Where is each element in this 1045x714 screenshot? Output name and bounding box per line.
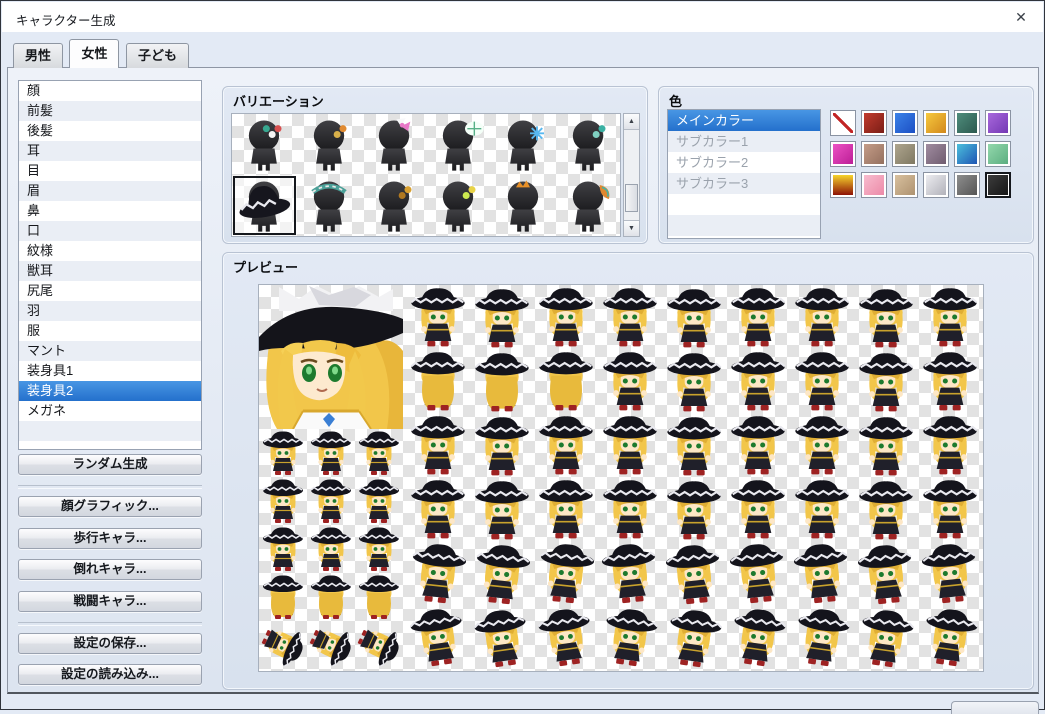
down-character-button[interactable]: 倒れキャラ... [18, 559, 202, 580]
parts-list: 顔 前髪 後髪 耳 目 眉 鼻 口 紋様 獣耳 尻尾 羽 服 マント 装身具1 … [18, 80, 202, 450]
variation-item-gold-curl[interactable] [361, 175, 426, 236]
color-channel-sub1[interactable]: サブカラー1 [668, 131, 820, 152]
save-settings-button[interactable]: 設定の保存... [18, 633, 202, 654]
parts-list-item[interactable]: 服 [19, 321, 201, 341]
parts-list-item[interactable]: メガネ [19, 401, 201, 421]
color-swatch-black[interactable] [985, 172, 1011, 198]
color-channel-filler [668, 236, 820, 239]
variation-item-striped-headband[interactable] [297, 175, 362, 236]
color-swatch-mauve[interactable] [923, 141, 949, 167]
variation-grid [231, 113, 621, 237]
walk-character-button[interactable]: 歩行キャラ... [18, 528, 202, 549]
character-generator-dialog: キャラクター生成 ✕ 男性 女性 子ども 顔 前髪 後髪 耳 目 眉 鼻 口 紋… [0, 0, 1045, 710]
parts-list-item[interactable]: マント [19, 341, 201, 361]
color-swatch-blue[interactable] [892, 110, 918, 136]
preview-title: プレビュー [233, 257, 298, 276]
divider [18, 622, 202, 626]
parts-list-item-selected[interactable]: 装身具2 [19, 381, 201, 401]
color-swatch-none[interactable] [830, 110, 856, 136]
color-swatch-dark-gray[interactable] [954, 172, 980, 198]
color-swatch-teal[interactable] [954, 110, 980, 136]
tab-male[interactable]: 男性 [13, 43, 63, 68]
color-panel: 色 メインカラー サブカラー1 サブカラー2 サブカラー3 [658, 86, 1034, 244]
color-swatch-rosy-brown[interactable] [861, 141, 887, 167]
parts-list-filler [19, 421, 201, 441]
variation-item-mini-crown[interactable] [491, 175, 556, 236]
window-title: キャラクター生成 [16, 10, 116, 29]
variation-scrollbar-thumb[interactable] [625, 184, 638, 212]
color-swatch-gold[interactable] [923, 110, 949, 136]
variation-item-feather-pin[interactable] [555, 175, 620, 236]
parts-list-item[interactable]: 顔 [19, 81, 201, 101]
variation-item-ribbon-bow[interactable] [361, 114, 426, 175]
variation-title: バリエーション [233, 91, 324, 110]
face-graphic-button[interactable]: 顔グラフィック... [18, 496, 202, 517]
variation-item-yellow-flowers[interactable] [426, 175, 491, 236]
variation-item-flower-cluster[interactable] [232, 114, 297, 175]
color-swatch-mint-green[interactable] [985, 141, 1011, 167]
random-generate-button[interactable]: ランダム生成 [18, 454, 202, 475]
parts-list-item[interactable]: 口 [19, 221, 201, 241]
color-swatch-fire[interactable] [830, 172, 856, 198]
partial-button-bottom-right[interactable] [951, 701, 1039, 714]
parts-list-item[interactable]: 紋様 [19, 241, 201, 261]
color-channel-filler [668, 215, 820, 236]
color-swatch-grid [830, 110, 1011, 198]
variation-item-witch-hat[interactable] [232, 175, 297, 236]
load-settings-button[interactable]: 設定の読み込み... [18, 664, 202, 685]
gender-tabs: 男性 女性 子ども [13, 39, 191, 67]
color-swatch-purple[interactable] [985, 110, 1011, 136]
tab-page: 顔 前髪 後髪 耳 目 眉 鼻 口 紋様 獣耳 尻尾 羽 服 マント 装身具1 … [7, 67, 1039, 694]
title-bar: キャラクター生成 ✕ [2, 2, 1043, 32]
color-channel-sub2[interactable]: サブカラー2 [668, 152, 820, 173]
color-channel-main[interactable]: メインカラー [668, 110, 820, 131]
variation-scrollbar[interactable]: ▲ ▼ [623, 113, 640, 237]
close-icon[interactable]: ✕ [1007, 6, 1035, 28]
parts-list-item[interactable]: 尻尾 [19, 281, 201, 301]
color-title: 色 [669, 91, 682, 110]
variation-panel: バリエーション ▲ ▼ [222, 86, 648, 244]
parts-list-item[interactable]: 羽 [19, 301, 201, 321]
color-swatch-magenta[interactable] [830, 141, 856, 167]
parts-list-filler [19, 441, 201, 450]
color-swatch-dark-red[interactable] [861, 110, 887, 136]
parts-list-item[interactable]: 後髪 [19, 121, 201, 141]
color-channel-sub3[interactable]: サブカラー3 [668, 173, 820, 194]
tab-child[interactable]: 子ども [126, 43, 189, 68]
scroll-up-icon[interactable]: ▲ [624, 114, 639, 130]
parts-list-item[interactable]: 耳 [19, 141, 201, 161]
parts-list-item[interactable]: 装身具1 [19, 361, 201, 381]
color-swatch-silver[interactable] [923, 172, 949, 198]
color-channel-list: メインカラー サブカラー1 サブカラー2 サブカラー3 [667, 109, 821, 239]
variation-item-hairpins[interactable] [297, 114, 362, 175]
parts-list-item[interactable]: 前髪 [19, 101, 201, 121]
divider [18, 485, 202, 489]
scroll-down-icon[interactable]: ▼ [624, 220, 639, 236]
battle-character-button[interactable]: 戦闘キャラ... [18, 591, 202, 612]
face-portrait [259, 285, 403, 429]
variation-item-lily-flower[interactable] [426, 114, 491, 175]
variation-item-teal-hairpin[interactable] [555, 114, 620, 175]
parts-list-item[interactable]: 鼻 [19, 201, 201, 221]
preview-content [258, 284, 984, 672]
color-swatch-pink[interactable] [861, 172, 887, 198]
tab-female[interactable]: 女性 [69, 39, 119, 68]
color-swatch-cyan-blue[interactable] [954, 141, 980, 167]
preview-panel: プレビュー [222, 252, 1034, 690]
parts-list-item[interactable]: 獣耳 [19, 261, 201, 281]
variation-item-snowflake[interactable] [491, 114, 556, 175]
parts-list-item[interactable]: 目 [19, 161, 201, 181]
color-swatch-beige[interactable] [892, 172, 918, 198]
color-swatch-khaki-gray[interactable] [892, 141, 918, 167]
parts-list-item[interactable]: 眉 [19, 181, 201, 201]
color-channel-filler [668, 194, 820, 215]
